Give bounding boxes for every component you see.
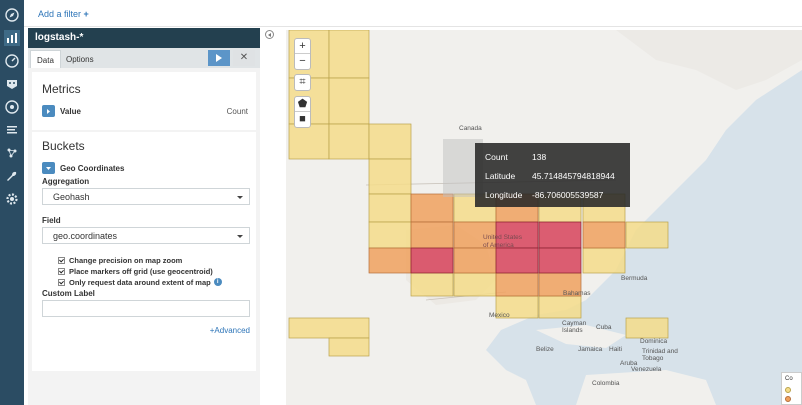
legend-swatch-low	[785, 387, 791, 393]
play-icon	[216, 54, 222, 62]
map-label-bahamas: Bahamas	[563, 290, 591, 297]
extent-checkbox-row[interactable]: Only request data around extent of map i	[58, 277, 222, 287]
index-pattern-title: logstash-*	[28, 28, 260, 48]
map-label-cayman: Cayman Islands	[562, 320, 587, 334]
map-label-us: United States of America	[483, 234, 523, 249]
map-label-mexico: Mexico	[489, 312, 510, 319]
custom-label-label: Custom Label	[42, 289, 95, 298]
map-label-cuba: Cuba	[596, 324, 612, 331]
map-container[interactable]: + − ⌗ ⬟ ■ Canada United States of Americ…	[286, 30, 802, 405]
editor-tabs: Data Options ✕	[28, 48, 260, 68]
geocentroid-checkbox-label: Place markers off grid (use geocentroid)	[69, 266, 213, 276]
map-label-jamaica: Jamaica	[578, 346, 603, 353]
chevron-down-icon	[46, 166, 51, 170]
geocentroid-checkbox-row[interactable]: Place markers off grid (use geocentroid)	[58, 266, 213, 276]
advanced-toggle-link[interactable]: +Advanced	[210, 326, 250, 335]
tooltip-count-label: Count	[485, 152, 508, 162]
apply-changes-button[interactable]	[208, 50, 230, 66]
tooltip-lat-value: 45.714845794818944	[532, 171, 615, 181]
geocentroid-checkbox[interactable]	[58, 267, 65, 275]
map-label-bermuda: Bermuda	[621, 275, 648, 282]
draw-controls: ⬟ ■	[294, 96, 311, 128]
map-tooltip: Count 138 Latitude 45.714845794818944 Lo…	[475, 143, 630, 207]
visualize-icon[interactable]	[4, 30, 20, 46]
legend-title: Co	[785, 376, 793, 382]
tooltip-lat-label: Latitude	[485, 171, 516, 181]
compass-icon[interactable]	[4, 7, 20, 23]
map-legend: Co	[781, 372, 802, 405]
fit-bounds-control: ⌗	[294, 74, 311, 91]
kibana-app: Add a filter + logstash-* Data Options ✕…	[0, 0, 802, 405]
metric-value-label: Value	[60, 107, 81, 116]
buckets-title: Buckets	[42, 139, 85, 153]
map-label-trinidad: Trinidad and Tobago	[642, 348, 678, 362]
map-label-belize: Belize	[536, 346, 554, 353]
timelion-icon[interactable]	[4, 76, 20, 92]
collapse-sidebar-icon[interactable]	[265, 30, 274, 39]
apm-icon[interactable]	[4, 99, 20, 115]
extent-checkbox[interactable]	[58, 278, 65, 286]
bucket-geo-label: Geo Coordinates	[60, 164, 125, 173]
map-label-haiti: Haiti	[609, 346, 623, 353]
ml-icon[interactable]	[4, 145, 20, 161]
map-label-canada: Canada	[459, 125, 482, 132]
field-value: geo.coordinates	[53, 231, 118, 241]
field-label: Field	[42, 216, 61, 225]
map-label-venezuela: Venezuela	[631, 366, 662, 373]
info-icon[interactable]: i	[213, 278, 222, 286]
tooltip-lon-value: -86.706005539587	[532, 190, 604, 200]
legend-swatch-mid	[785, 396, 791, 402]
wrench-icon[interactable]	[4, 168, 20, 184]
tab-data[interactable]: Data	[30, 50, 61, 68]
sidebar-collapse-strip	[260, 28, 274, 405]
polygon-draw-icon[interactable]: ⬟	[295, 97, 310, 112]
add-filter-link[interactable]: Add a filter +	[38, 9, 89, 19]
dashboard-icon[interactable]	[4, 53, 20, 69]
tooltip-lon-label: Longitude	[485, 190, 523, 200]
buckets-panel: Buckets Geo Coordinates Aggregation Geoh…	[32, 132, 256, 371]
custom-label-input[interactable]	[42, 300, 250, 317]
caret-down-icon	[237, 235, 243, 238]
chevron-right-icon	[47, 108, 50, 114]
aggregation-label: Aggregation	[42, 177, 90, 186]
aggregation-value: Geohash	[53, 192, 90, 202]
expand-metric-toggle[interactable]	[42, 105, 55, 117]
discard-button[interactable]: ✕	[233, 50, 255, 66]
rectangle-draw-icon[interactable]: ■	[295, 112, 310, 127]
extent-checkbox-label: Only request data around extent of map	[69, 277, 211, 287]
precision-checkbox-label: Change precision on map zoom	[69, 255, 183, 265]
crop-icon[interactable]: ⌗	[295, 75, 310, 90]
metrics-title: Metrics	[42, 82, 81, 96]
map-label-dominica: Dominica	[640, 338, 668, 345]
zoom-in-button[interactable]: +	[295, 39, 310, 54]
map-label-colombia: Colombia	[592, 380, 620, 387]
precision-checkbox[interactable]	[58, 256, 65, 264]
zoom-controls: + −	[294, 38, 311, 70]
vis-editor-sidebar: logstash-* Data Options ✕ Metrics Value …	[28, 28, 260, 405]
precision-checkbox-row[interactable]: Change precision on map zoom	[58, 255, 182, 265]
add-filter-label: Add a filter	[38, 9, 82, 19]
caret-down-icon	[237, 196, 243, 199]
advanced-label: Advanced	[214, 326, 250, 335]
zoom-out-button[interactable]: −	[295, 54, 310, 69]
logs-icon[interactable]	[4, 122, 20, 138]
plus-icon: +	[83, 9, 89, 19]
gear-icon[interactable]	[4, 191, 20, 207]
field-select[interactable]: geo.coordinates	[42, 227, 250, 244]
tab-options[interactable]: Options	[60, 50, 100, 68]
metrics-panel: Metrics Value Count	[32, 72, 256, 130]
collapse-bucket-toggle[interactable]	[42, 162, 55, 174]
aggregation-select[interactable]: Geohash	[42, 188, 250, 205]
left-nav	[0, 0, 24, 405]
filter-bar: Add a filter +	[24, 0, 802, 27]
tooltip-count-value: 138	[532, 152, 547, 162]
metric-agg-type: Count	[226, 107, 248, 116]
